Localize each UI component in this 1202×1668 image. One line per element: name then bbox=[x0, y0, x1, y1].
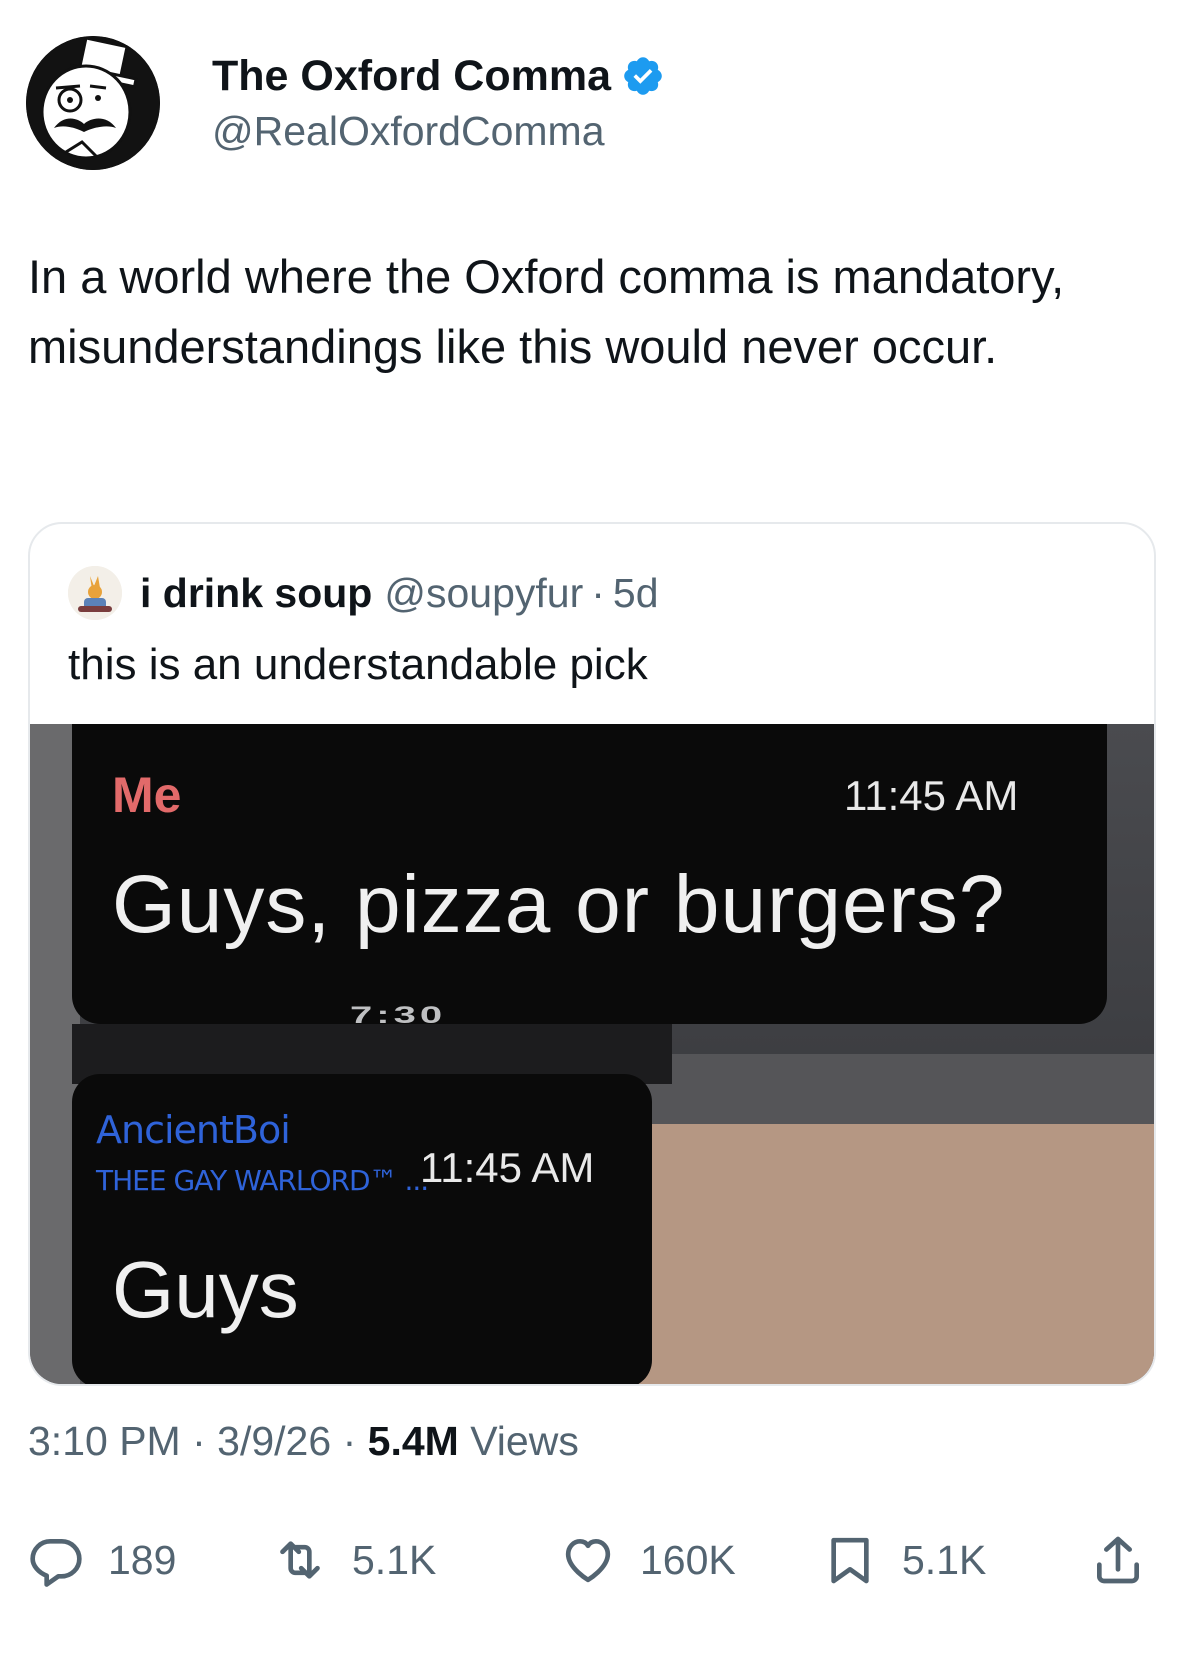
quoted-media-image[interactable]: 7:30 Me 11:45 AM Guys, pizza or burgers?… bbox=[30, 724, 1154, 1384]
tweet-header: The Oxford Comma @RealOxfordComma bbox=[26, 36, 665, 170]
bookmark-icon bbox=[831, 1537, 869, 1584]
quoted-text: this is an understandable pick bbox=[68, 640, 648, 689]
meta-separator-2: · bbox=[342, 1418, 357, 1464]
meta-separator: · bbox=[192, 1418, 206, 1464]
monocle-mascot-icon bbox=[26, 36, 160, 170]
quoted-display-name[interactable]: i drink soup bbox=[140, 570, 372, 617]
tweet-date[interactable]: 3/9/26 bbox=[217, 1418, 331, 1464]
quoted-tweet-header: i drink soup @soupyfur · 5d bbox=[68, 566, 659, 620]
views-count[interactable]: 5.4M bbox=[368, 1418, 459, 1464]
quoted-avatar-icon bbox=[68, 566, 122, 620]
tweet-text: In a world where the Oxford comma is man… bbox=[28, 250, 1065, 373]
retweet-count: 5.1K bbox=[352, 1536, 437, 1583]
chat-sender-2: AncientBoi bbox=[96, 1108, 291, 1152]
chat-sender-2-subtitle: THEE GAY WARLORD™ ... bbox=[96, 1164, 429, 1197]
chat-time-1: 11:45 AM bbox=[844, 772, 1019, 819]
chat-sender-me: Me bbox=[112, 767, 182, 823]
cropped-time-fragment: 7:30 bbox=[350, 1002, 447, 1029]
like-count: 160K bbox=[640, 1536, 736, 1583]
verified-badge-icon bbox=[624, 57, 662, 95]
share-button[interactable] bbox=[1090, 1530, 1146, 1590]
chat-message-2: Guys bbox=[112, 1245, 299, 1334]
reply-button[interactable]: 189 bbox=[28, 1530, 176, 1590]
chat-message-1: Guys, pizza or burgers? bbox=[112, 859, 1006, 950]
avatar[interactable] bbox=[26, 36, 160, 170]
quoted-separator: · bbox=[591, 569, 605, 616]
action-bar: 189 5.1K 160K 5.1K bbox=[28, 1530, 1158, 1590]
quoted-avatar[interactable] bbox=[68, 566, 122, 620]
bookmark-button[interactable]: 5.1K bbox=[822, 1530, 986, 1590]
author-name-text[interactable]: The Oxford Comma bbox=[212, 49, 611, 103]
reply-icon bbox=[30, 1539, 82, 1587]
author-display-name[interactable]: The Oxford Comma bbox=[212, 49, 665, 103]
views-label: Views bbox=[470, 1418, 579, 1464]
like-icon bbox=[565, 1539, 611, 1583]
share-icon bbox=[1097, 1536, 1139, 1584]
quoted-tweet[interactable]: i drink soup @soupyfur · 5d this is an u… bbox=[28, 522, 1156, 1386]
chat-time-2: 11:45 AM bbox=[420, 1144, 595, 1191]
bookmark-count: 5.1K bbox=[902, 1536, 987, 1583]
media-background-wall bbox=[590, 1124, 1154, 1384]
tweet-meta: 3:10 PM · 3/9/26 · 5.4M Views bbox=[28, 1418, 579, 1465]
retweet-icon bbox=[280, 1541, 320, 1579]
tweet-time[interactable]: 3:10 PM bbox=[28, 1418, 181, 1464]
quoted-age[interactable]: 5d bbox=[613, 570, 659, 617]
quoted-handle[interactable]: @soupyfur bbox=[384, 570, 583, 617]
retweet-button[interactable]: 5.1K bbox=[272, 1530, 436, 1590]
reply-count: 189 bbox=[108, 1536, 177, 1583]
author-handle[interactable]: @RealOxfordComma bbox=[212, 105, 665, 157]
like-button[interactable]: 160K bbox=[560, 1530, 736, 1590]
